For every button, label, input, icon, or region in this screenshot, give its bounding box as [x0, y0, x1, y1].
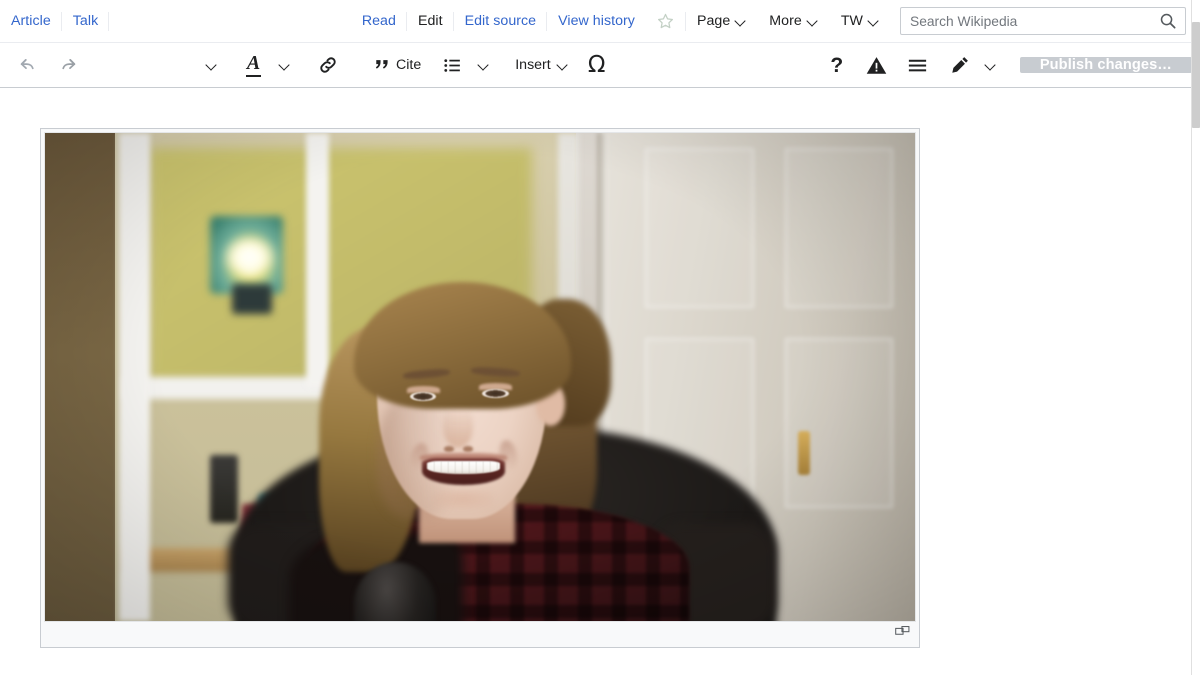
image-thumbnail-frame[interactable] — [40, 128, 920, 648]
chevron-down-icon — [557, 59, 569, 71]
twinkle-menu-label: TW — [841, 14, 863, 28]
tab-view-history[interactable]: View history — [547, 6, 646, 37]
format-group: A — [193, 43, 349, 87]
list-button[interactable] — [430, 43, 468, 87]
image-caption-bar[interactable] — [44, 622, 916, 644]
publish-changes-button[interactable]: Publish changes… — [1020, 57, 1192, 73]
list-dropdown[interactable] — [468, 43, 506, 87]
chevron-down-icon — [735, 15, 747, 27]
history-group — [0, 43, 88, 87]
link-icon — [316, 53, 340, 77]
undo-icon — [17, 54, 39, 76]
tab-edit-source[interactable]: Edit source — [454, 6, 548, 37]
insert-label: Insert — [515, 57, 550, 73]
chevron-down-icon — [478, 59, 490, 71]
edit-mode-button[interactable] — [938, 43, 976, 87]
help-icon: ? — [830, 55, 843, 76]
pencil-icon — [949, 54, 971, 76]
chevron-down-icon — [868, 15, 880, 27]
special-character-button[interactable]: Ω — [578, 43, 616, 87]
cite-button[interactable]: Cite — [363, 43, 430, 87]
tab-talk[interactable]: Talk — [62, 6, 109, 37]
bullet-list-icon — [442, 55, 463, 76]
toolbar-spacer — [616, 43, 818, 87]
more-menu-button[interactable]: More — [758, 6, 830, 37]
notices-button[interactable] — [856, 43, 897, 87]
wikipedia-top-navigation: Article Talk Read Edit Edit source View … — [0, 0, 1200, 42]
tab-edit[interactable]: Edit — [407, 6, 454, 37]
article-image[interactable] — [44, 132, 916, 622]
undo-button[interactable] — [8, 43, 48, 87]
warning-icon — [865, 54, 888, 77]
visual-editor-toolbar: A Cite — [0, 42, 1200, 88]
omega-icon: Ω — [588, 54, 606, 77]
help-button[interactable]: ? — [818, 43, 856, 87]
tab-article[interactable]: Article — [0, 6, 62, 37]
chevron-down-icon — [279, 59, 291, 71]
structure-group: Cite Insert Ω — [363, 43, 616, 87]
redo-button[interactable] — [48, 43, 88, 87]
browser-viewport: Article Talk Read Edit Edit source View … — [0, 0, 1200, 675]
namespace-tabs: Article Talk — [0, 0, 109, 42]
page-scrollbar[interactable] — [1191, 0, 1200, 675]
chevron-down-icon — [206, 59, 218, 71]
cite-label: Cite — [396, 57, 421, 73]
quote-icon — [372, 56, 390, 74]
edit-mode-dropdown[interactable] — [976, 43, 1014, 87]
hamburger-icon — [906, 54, 929, 77]
watchlist-star-button[interactable] — [646, 6, 686, 37]
text-style-label: A — [246, 53, 261, 77]
tab-read[interactable]: Read — [351, 6, 407, 37]
chevron-down-icon — [807, 15, 819, 27]
insert-dropdown[interactable]: Insert — [506, 43, 577, 87]
page-menu-button[interactable]: Page — [686, 6, 758, 37]
chevron-down-icon — [985, 59, 997, 71]
view-tabs-and-tools: Read Edit Edit source View history Page … — [351, 0, 1200, 42]
page-menu-label: Page — [697, 14, 730, 28]
text-style-button[interactable]: A — [231, 43, 269, 87]
search-input[interactable] — [900, 7, 1186, 35]
paragraph-format-dropdown[interactable] — [193, 43, 231, 87]
enlarge-thumbnail-icon[interactable] — [895, 626, 910, 637]
star-icon — [656, 12, 675, 31]
more-menu-label: More — [769, 14, 802, 28]
photo-vignette — [45, 133, 915, 621]
redo-icon — [57, 54, 79, 76]
scrollbar-thumb[interactable] — [1192, 22, 1200, 128]
toolbar-right-group: ? — [818, 43, 1200, 87]
page-options-button[interactable] — [897, 43, 938, 87]
photo-illustration — [45, 133, 915, 621]
link-button[interactable] — [307, 43, 349, 87]
twinkle-menu-button[interactable]: TW — [830, 6, 891, 37]
text-style-dropdown[interactable] — [269, 43, 307, 87]
editor-content-area[interactable] — [0, 88, 1200, 673]
search-container — [900, 7, 1186, 35]
